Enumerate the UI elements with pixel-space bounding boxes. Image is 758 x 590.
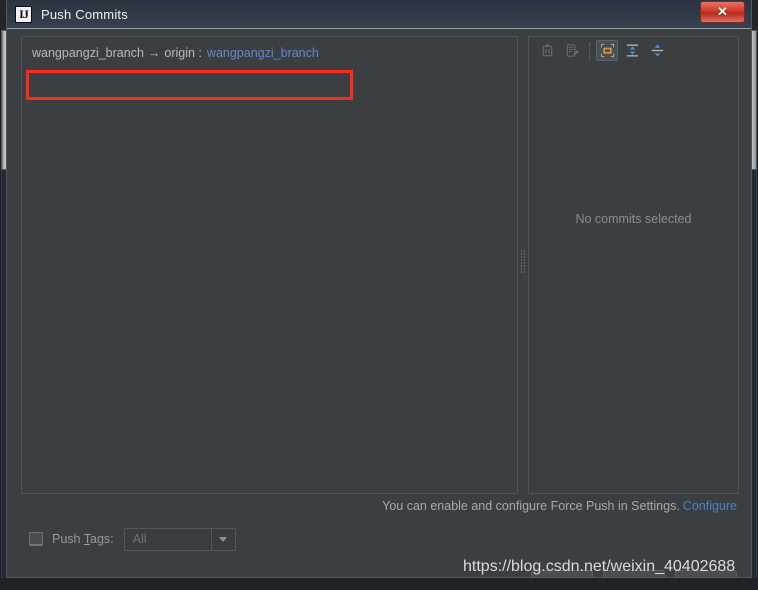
copy-revision-glyph	[542, 44, 552, 57]
screen: IJ Push Commits ✕ wangpangzi_branch → or…	[0, 0, 758, 590]
pane-splitter[interactable]	[518, 36, 528, 494]
show-diff-preview-icon[interactable]	[596, 40, 618, 61]
intellij-idea-logo-icon: IJ	[15, 5, 32, 23]
push-tags-label-suffix: ags:	[90, 532, 114, 546]
remote-branch-link[interactable]: wangpangzi_branch	[207, 46, 319, 60]
dialog-body: wangpangzi_branch → origin : wangpangzi_…	[7, 29, 751, 590]
details-toolbar	[529, 37, 738, 64]
push-tags-row: Push Tags: All	[29, 527, 236, 551]
push-tags-label: Push Tags:	[52, 532, 114, 546]
diff-preview-glyph	[600, 43, 614, 58]
splitter-grip-icon	[521, 249, 525, 282]
dialog-title: Push Commits	[41, 6, 128, 22]
collapse-all-icon[interactable]	[621, 40, 643, 61]
commits-list-panel[interactable]: wangpangzi_branch → origin : wangpangzi_…	[21, 36, 518, 494]
screen-bottom-edge	[0, 578, 758, 590]
push-commits-dialog: IJ Push Commits ✕ wangpangzi_branch → or…	[6, 0, 752, 590]
push-target-row[interactable]: wangpangzi_branch → origin : wangpangzi_…	[27, 41, 512, 65]
force-push-hint: You can enable and configure Force Push …	[382, 499, 737, 513]
close-button[interactable]: ✕	[700, 1, 745, 23]
collapse-all-glyph	[626, 44, 638, 57]
dialog-titlebar: IJ Push Commits ✕	[7, 0, 751, 29]
push-tags-dropdown-value: All	[132, 532, 147, 546]
local-branch-label: wangpangzi_branch	[32, 46, 144, 60]
toolbar-separator	[589, 42, 590, 59]
no-commits-message: No commits selected	[575, 212, 692, 226]
push-tags-checkbox[interactable]	[29, 532, 43, 546]
expand-all-glyph	[651, 44, 663, 57]
push-tags-label-prefix: Push	[52, 532, 84, 546]
arrow-right-icon: →	[147, 46, 161, 60]
split-panes: wangpangzi_branch → origin : wangpangzi_…	[21, 36, 739, 494]
commit-details-panel: No commits selected	[528, 36, 739, 494]
push-tags-dropdown[interactable]: All	[123, 527, 236, 551]
edit-pencil-glyph	[566, 44, 579, 57]
edit-commit-message-icon[interactable]	[561, 40, 583, 61]
configure-link[interactable]: Configure	[683, 499, 737, 513]
expand-all-icon[interactable]	[646, 40, 668, 61]
chevron-down-icon[interactable]	[210, 528, 235, 550]
remote-name-label: origin :	[164, 46, 202, 60]
copy-revision-icon[interactable]	[536, 40, 558, 61]
force-push-hint-text: You can enable and configure Force Push …	[382, 499, 680, 513]
